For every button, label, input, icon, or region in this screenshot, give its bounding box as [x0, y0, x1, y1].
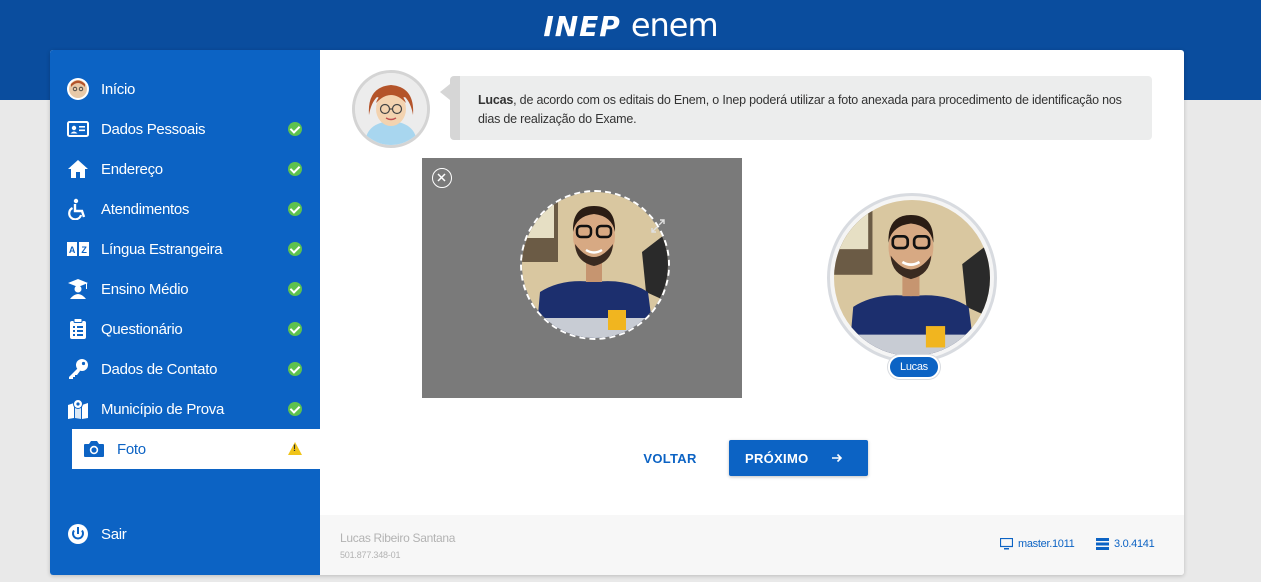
svg-text:Z: Z: [81, 245, 87, 255]
sidebar-item-label: Endereço: [101, 160, 163, 178]
sidebar-item-label: Início: [101, 80, 136, 98]
sidebar-item-foto[interactable]: Foto: [68, 429, 320, 469]
home-icon: [66, 157, 90, 181]
id-card-icon: [66, 117, 90, 141]
check-icon: [288, 242, 302, 256]
warning-icon: [288, 442, 302, 456]
close-icon[interactable]: [432, 168, 452, 188]
avatar-icon: [66, 77, 90, 101]
check-icon: [288, 282, 302, 296]
photo-crop-area[interactable]: [422, 158, 742, 398]
camera-icon: [82, 437, 106, 461]
key-icon: [66, 357, 90, 381]
footer: Lucas Ribeiro Santana 501.877.348-01 mas…: [320, 515, 1184, 575]
sidebar-item-label: Foto: [117, 440, 146, 458]
clipboard-icon: [66, 317, 90, 341]
next-button[interactable]: PRÓXIMO: [729, 440, 868, 476]
photo-preview: [827, 193, 997, 363]
sidebar: Início Dados Pessoais Endereço Atendimen…: [50, 50, 320, 575]
sidebar-item-atendimentos[interactable]: Atendimentos: [50, 189, 320, 229]
name-tag: Lucas: [888, 355, 940, 379]
sidebar-item-municipio-de-prova[interactable]: Município de Prova: [50, 389, 320, 429]
check-icon: [288, 362, 302, 376]
logout-button[interactable]: Sair: [50, 514, 320, 554]
graduate-icon: [66, 277, 90, 301]
map-icon: [66, 397, 90, 421]
sidebar-item-label: Município de Prova: [101, 400, 225, 418]
message-text: , de acordo com os editais do Enem, o In…: [478, 93, 1122, 126]
info-message: Lucas, de acordo com os editais do Enem,…: [440, 76, 1152, 140]
crop-selection-circle[interactable]: [520, 190, 670, 340]
sidebar-item-label: Dados de Contato: [101, 360, 218, 378]
check-icon: [288, 122, 302, 136]
inep-logo: INEP: [543, 10, 621, 43]
sidebar-item-dados-pessoais[interactable]: Dados Pessoais: [50, 109, 320, 149]
wheelchair-icon: [66, 197, 90, 221]
main-card: Início Dados Pessoais Endereço Atendimen…: [50, 50, 1184, 575]
logo: INEP enem: [0, 6, 1261, 44]
sidebar-item-label: Dados Pessoais: [101, 120, 206, 138]
sidebar-item-dados-de-contato[interactable]: Dados de Contato: [50, 349, 320, 389]
check-icon: [288, 162, 302, 176]
translate-icon: AZ: [66, 237, 90, 261]
sidebar-item-endereco[interactable]: Endereço: [50, 149, 320, 189]
resize-icon[interactable]: [648, 216, 668, 236]
svg-text:A: A: [69, 245, 76, 255]
sidebar-item-questionario[interactable]: Questionário: [50, 309, 320, 349]
power-icon: [66, 522, 90, 546]
sidebar-item-ensino-medio[interactable]: Ensino Médio: [50, 269, 320, 309]
message-name: Lucas: [478, 93, 514, 107]
back-button[interactable]: VOLTAR: [629, 440, 711, 476]
check-icon: [288, 322, 302, 336]
version-label: 3.0.4141: [1114, 538, 1155, 550]
check-icon: [288, 202, 302, 216]
sidebar-item-lingua-estrangeira[interactable]: AZ Língua Estrangeira: [50, 229, 320, 269]
branch-label: master.1011: [1018, 538, 1075, 550]
arrow-right-icon: [830, 451, 844, 465]
monitor-icon: [1000, 538, 1013, 550]
user-name: Lucas Ribeiro Santana: [340, 531, 456, 545]
check-icon: [288, 402, 302, 416]
sidebar-item-label: Ensino Médio: [101, 280, 189, 298]
server-icon: [1096, 538, 1109, 550]
next-button-label: PRÓXIMO: [745, 450, 809, 466]
branch-info: master.1011: [1000, 538, 1075, 550]
sidebar-item-label: Questionário: [101, 320, 183, 338]
logout-label: Sair: [101, 525, 127, 543]
sidebar-item-label: Língua Estrangeira: [101, 240, 223, 258]
user-cpf: 501.877.348-01: [340, 550, 401, 560]
sidebar-item-label: Atendimentos: [101, 200, 190, 218]
enem-logo: enem: [630, 6, 719, 44]
version-info: 3.0.4141: [1096, 538, 1155, 550]
sidebar-item-inicio[interactable]: Início: [50, 69, 320, 109]
assistant-avatar: [352, 70, 430, 148]
